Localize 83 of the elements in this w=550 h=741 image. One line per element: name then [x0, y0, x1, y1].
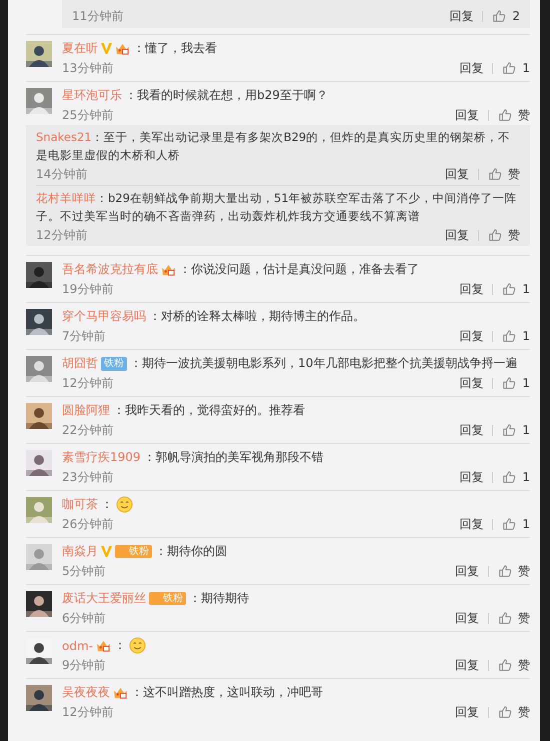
crown-icon — [161, 263, 176, 276]
thumbs-up-icon[interactable] — [502, 282, 516, 296]
thumbs-up-icon[interactable] — [498, 611, 512, 625]
like-count: 1 — [522, 61, 530, 75]
timestamp: 7分钟前 — [62, 328, 106, 344]
fan-badge: 铁粉 — [115, 545, 152, 558]
like-count: 1 — [522, 329, 530, 343]
like-count: 2 — [512, 9, 520, 23]
thumbs-up-icon[interactable] — [498, 108, 512, 122]
timestamp: 12分钟前 — [36, 226, 88, 244]
fan-badge: 铁粉 — [101, 356, 127, 370]
timestamp: 22分钟前 — [62, 422, 114, 438]
comment-text: ：期待你的圆 — [155, 543, 227, 560]
comment-text: ：这不叫蹭热度，这叫联动，冲吧哥 — [131, 684, 323, 701]
reply-link[interactable]: 回复 — [455, 704, 479, 720]
thumbs-up-icon[interactable] — [502, 470, 516, 484]
crown-icon — [96, 639, 111, 652]
reply-link[interactable]: 回复 — [449, 8, 474, 24]
reply-link[interactable]: 回复 — [459, 280, 484, 298]
thumbs-up-icon[interactable] — [488, 228, 502, 242]
fan-badge: 铁粉 — [149, 592, 186, 605]
comment-text: ：期待期待 — [189, 590, 249, 607]
timestamp: 19分钟前 — [62, 280, 114, 298]
thumbs-up-icon[interactable] — [502, 423, 516, 437]
reply-link[interactable]: 回复 — [445, 226, 469, 244]
verified-v-icon — [101, 545, 112, 558]
timestamp: 9分钟前 — [62, 656, 106, 674]
reply-link[interactable]: 回复 — [455, 106, 479, 124]
timestamp: 11分钟前 — [72, 8, 124, 24]
like-count: 1 — [522, 376, 530, 390]
like-count: 1 — [522, 423, 530, 437]
crown-icon — [115, 42, 130, 55]
reply-link[interactable]: 回复 — [459, 516, 484, 532]
reply-link[interactable]: 回复 — [459, 374, 484, 392]
reply-link[interactable]: 回复 — [445, 166, 469, 182]
timestamp: 13分钟前 — [62, 60, 114, 76]
like-count: 赞 — [518, 562, 530, 580]
comment-text: ：你说没问题，估计是真没问题，准备去看了 — [179, 261, 419, 278]
reply-link[interactable]: 回复 — [455, 562, 479, 580]
comment-text: ： — [101, 496, 113, 513]
reply-link[interactable]: 回复 — [459, 422, 484, 438]
comment-text: ： — [114, 637, 126, 654]
timestamp: 23分钟前 — [62, 468, 114, 486]
comment-text: ：我昨天看的，觉得蛮好的。推荐看 — [113, 402, 305, 419]
timestamp: 6分钟前 — [62, 610, 106, 626]
like-count: 赞 — [518, 656, 530, 674]
reply-link[interactable]: 回复 — [455, 610, 479, 626]
thumbs-up-icon[interactable] — [502, 517, 516, 531]
like-count: 赞 — [518, 704, 530, 720]
timestamp: 25分钟前 — [62, 106, 114, 124]
like-count: 赞 — [508, 166, 520, 182]
comment-text: ：郭帆导演拍的美军视角那段不错 — [144, 449, 324, 466]
thumbs-up-icon[interactable] — [498, 658, 512, 672]
thumbs-up-icon[interactable] — [498, 705, 512, 719]
like-count: 赞 — [508, 226, 520, 244]
reply-link[interactable]: 回复 — [459, 60, 484, 76]
reply-text: Snakes21：至于，美军出动记录里是有多架次B29的，但炸的是真实历史里的钢架桥，不是电影里虚假的木桥和人桥 — [36, 129, 512, 164]
verified-v-icon — [101, 42, 112, 55]
like-count: 赞 — [518, 610, 530, 626]
timestamp: 12分钟前 — [62, 374, 114, 392]
thumbs-up-icon[interactable] — [502, 376, 516, 390]
thumbs-up-icon[interactable] — [488, 167, 502, 181]
comment-text: ：对桥的诠释太棒啦，期待博主的作品。 — [149, 308, 365, 325]
like-count: 1 — [522, 282, 530, 296]
like-count: 赞 — [518, 106, 530, 124]
timestamp: 5分钟前 — [62, 562, 106, 580]
reply-link[interactable]: 回复 — [459, 328, 484, 344]
reply-link[interactable]: 回复 — [459, 468, 484, 486]
thumbs-up-icon[interactable] — [498, 564, 512, 578]
timestamp: 14分钟前 — [36, 166, 88, 182]
comment-text: ：懂了，我去看 — [133, 40, 217, 57]
comment-text: ：期待一波抗美援朝电影系列，10年几部电影把整个抗美援朝战争捋一遍 — [130, 355, 518, 372]
crown-icon — [113, 686, 128, 699]
thumbs-up-icon[interactable] — [502, 329, 516, 343]
like-count: 1 — [522, 470, 530, 484]
comment-text: ：我看的时候就在想，用b29至于啊？ — [125, 87, 328, 104]
thumbs-up-icon[interactable] — [502, 61, 516, 75]
reply-text: 花村羊咩咩：b29在朝鲜战争前期大量出动，51年被苏联空军击落了不少，中间消停了一阵子。不过美军当时的确不吝啬弹药，出动轰炸机炸我方交通要线不算离谱 — [36, 190, 518, 225]
timestamp: 12分钟前 — [62, 704, 114, 720]
reply-link[interactable]: 回复 — [455, 656, 479, 674]
thumbs-up-icon[interactable] — [492, 9, 506, 23]
like-count: 1 — [522, 517, 530, 531]
timestamp: 26分钟前 — [62, 516, 114, 532]
